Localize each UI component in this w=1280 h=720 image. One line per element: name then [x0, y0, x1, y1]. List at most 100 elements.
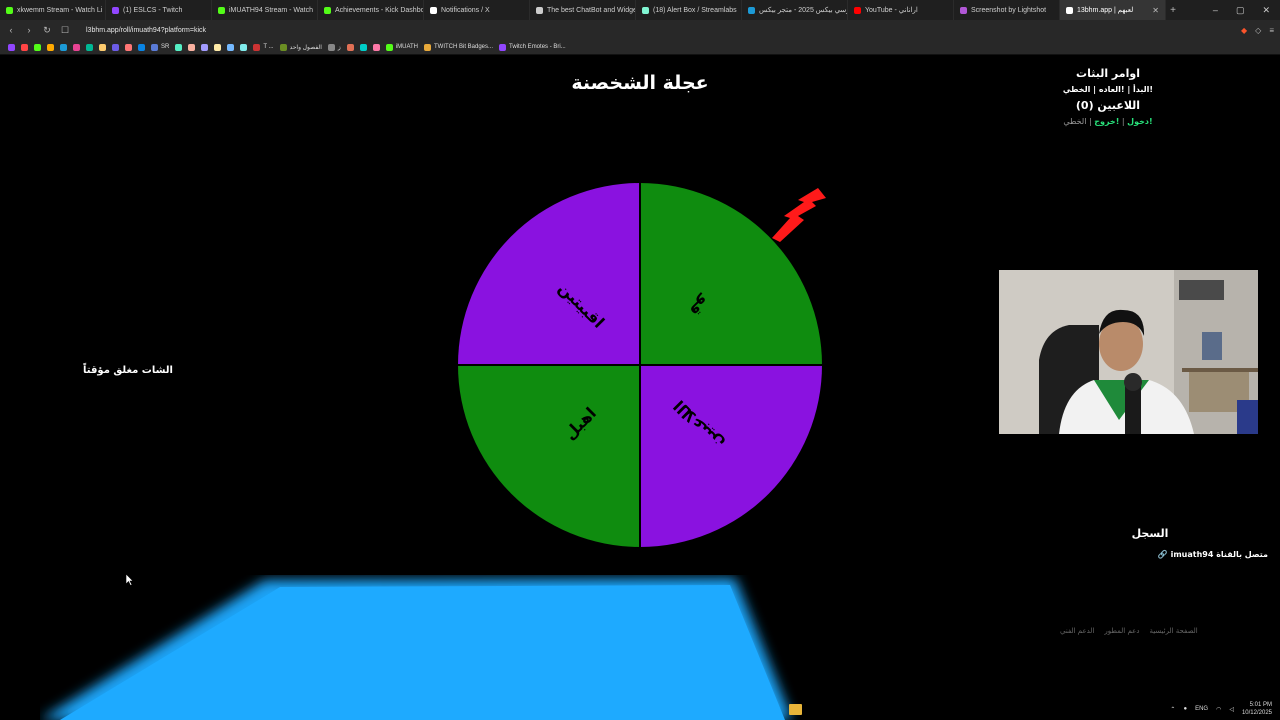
tab-favicon-icon: [6, 6, 13, 14]
tab-close-icon[interactable]: ✕: [1152, 6, 1159, 15]
tab-label: جيرسي بيكس 2025 - متجر بيكس: [759, 7, 847, 14]
bookmarks-bar: SR T ... الفصول واحد ز iMUATH TWITCH Bit Badg…: [0, 40, 1280, 55]
browser-tab[interactable]: 13bhm.app | لعبهم ✕: [1060, 0, 1166, 20]
bookmark-favicon-icon[interactable]: [8, 43, 15, 51]
players-heading: اللاعبين (0): [1075, 99, 1141, 112]
back-icon[interactable]: ‹: [6, 25, 16, 35]
browser-tab[interactable]: (1) ESLCS - Twitch: [106, 0, 212, 20]
bookmark-label: SR: [161, 44, 170, 50]
bookmark-favicon-icon[interactable]: [359, 43, 367, 51]
browser-tab[interactable]: YouTube - اراناني: [848, 0, 954, 20]
tab-label: Achievements - Kick Dashboar: [335, 6, 424, 14]
page-title: عجلة الشخصنة: [571, 72, 709, 94]
bookmark-label: TWITCH Bit Badges...: [434, 44, 494, 50]
wheel-segment: [458, 365, 640, 547]
menu-icon[interactable]: ≡: [1269, 26, 1274, 35]
forward-icon[interactable]: ›: [24, 25, 34, 35]
bookmark-favicon-icon[interactable]: [86, 43, 93, 51]
cursor-icon: [126, 574, 134, 586]
browser-tab[interactable]: جيرسي بيكس 2025 - متجر بيكس: [742, 0, 848, 20]
bookmark-item[interactable]: T ...: [253, 43, 274, 51]
shield-icon[interactable]: ◆: [1241, 26, 1247, 35]
maximize-icon[interactable]: ▢: [1236, 5, 1245, 16]
language-indicator[interactable]: ENG: [1195, 706, 1208, 712]
minimize-icon[interactable]: –: [1213, 5, 1218, 16]
tab-favicon-icon: [112, 6, 119, 14]
bookmark-favicon-icon[interactable]: [112, 43, 119, 51]
footer-links: الصفحة الرئيسية دعم المطور الدعم الفني: [1060, 627, 1230, 635]
bookmark-favicon-icon[interactable]: [175, 43, 183, 51]
footer-link[interactable]: الصفحة الرئيسية: [1149, 627, 1197, 635]
reload-icon[interactable]: ↻: [42, 25, 52, 36]
bookmark-favicon-icon[interactable]: [201, 43, 209, 51]
tab-label: Notifications / X: [441, 6, 490, 14]
chat-closed-label: الشات مغلق مؤقتاً: [83, 365, 173, 376]
commands-heading: اوامر البثات: [1076, 67, 1140, 80]
extensions-icon[interactable]: ◇: [1255, 26, 1261, 35]
log-entry: متصل بالقناة imuath94 🔗: [1157, 550, 1268, 559]
chevron-up-icon[interactable]: ⌃: [1170, 706, 1175, 713]
browser-tab[interactable]: Screenshot by Lightshot: [954, 0, 1060, 20]
tab-label: (1) ESLCS - Twitch: [123, 6, 183, 14]
footer-link[interactable]: دعم المطور: [1104, 627, 1139, 635]
browser-tab[interactable]: The best ChatBot and Widget: [530, 0, 636, 20]
window-controls: – ▢ ✕: [1213, 5, 1280, 16]
new-tab-button[interactable]: +: [1166, 5, 1180, 16]
mic-icon[interactable]: ●: [1183, 706, 1187, 712]
bookmark-favicon-icon[interactable]: [138, 43, 145, 51]
tab-favicon-icon: [748, 6, 755, 14]
bookmark-favicon-icon: [279, 43, 287, 51]
bookmark-item[interactable]: TWITCH Bit Badges...: [424, 43, 494, 51]
volume-icon[interactable]: ◁: [1229, 706, 1234, 713]
browser-tab[interactable]: (18) Alert Box / Streamlabs: [636, 0, 742, 20]
url-field[interactable]: l3bhm.app/roll/imuath94?platform=kick: [86, 27, 206, 34]
system-tray: ⌃ ● ENG ◠ ◁ 5:01 PM 10/12/2025: [1170, 701, 1272, 717]
bookmark-label: ز: [337, 44, 341, 51]
browser-tab[interactable]: Notifications / X: [424, 0, 530, 20]
bookmark-favicon-icon[interactable]: [125, 43, 132, 51]
wheel-pointer-icon: [772, 188, 826, 242]
wheel-segment: [640, 365, 822, 547]
clock[interactable]: 5:01 PM 10/12/2025: [1242, 701, 1272, 717]
tab-label: 13bhm.app | لعبهم: [1077, 7, 1134, 14]
browser-tab[interactable]: iMUATH94 Stream - Watch: [212, 0, 318, 20]
tab-label: YouTube - اراناني: [865, 7, 918, 14]
bookmark-favicon-icon[interactable]: [240, 43, 248, 51]
browser-tab[interactable]: xkwemm Stream - Watch Li: [0, 0, 106, 20]
close-icon[interactable]: ✕: [1262, 5, 1270, 16]
bookmark-favicon-icon[interactable]: [214, 43, 222, 51]
bookmark-favicon-icon[interactable]: [227, 43, 235, 51]
footer-link[interactable]: الدعم الفني: [1060, 627, 1094, 635]
tab-label: The best ChatBot and Widget: [547, 6, 636, 14]
taskbar: ⌃ ● ENG ◠ ◁ 5:01 PM 10/12/2025: [0, 700, 1280, 720]
bookmark-favicon-icon[interactable]: [21, 43, 28, 51]
bookmark-item[interactable]: SR: [151, 43, 170, 51]
blue-light-glow: [40, 578, 792, 720]
bookmark-item[interactable]: iMUATH: [385, 43, 418, 51]
bookmark-item[interactable]: Twitch Emotes - Bri...: [499, 43, 566, 51]
tab-label: (18) Alert Box / Streamlabs: [653, 6, 737, 14]
folder-icon[interactable]: [789, 704, 802, 715]
bookmark-favicon-icon[interactable]: [60, 43, 67, 51]
tab-favicon-icon: [536, 6, 543, 14]
wifi-icon[interactable]: ◠: [1216, 706, 1221, 713]
tab-label: xkwemm Stream - Watch Li: [17, 6, 103, 14]
bookmark-item[interactable]: ز: [327, 43, 341, 51]
tab-label: iMUATH94 Stream - Watch: [229, 6, 314, 14]
bookmark-item[interactable]: الفصول واحد: [279, 43, 322, 51]
bookmark-icon[interactable]: ☐: [60, 25, 70, 36]
bookmark-favicon-icon[interactable]: [34, 43, 41, 51]
bookmark-favicon-icon: [385, 43, 393, 51]
bookmark-favicon-icon[interactable]: [99, 43, 106, 51]
tab-favicon-icon: [960, 6, 967, 14]
player-commands: !دخول | !خروج | الخطي: [1063, 117, 1153, 126]
bookmark-favicon-icon[interactable]: [73, 43, 80, 51]
tab-favicon-icon: [218, 6, 225, 14]
bookmark-label: الفصول واحد: [289, 44, 322, 51]
webcam-feed: [999, 270, 1258, 434]
bookmark-favicon-icon[interactable]: [346, 43, 354, 51]
browser-tab[interactable]: Achievements - Kick Dashboar: [318, 0, 424, 20]
bookmark-favicon-icon[interactable]: [47, 43, 54, 51]
bookmark-favicon-icon[interactable]: [372, 43, 380, 51]
bookmark-favicon-icon[interactable]: [188, 43, 196, 51]
